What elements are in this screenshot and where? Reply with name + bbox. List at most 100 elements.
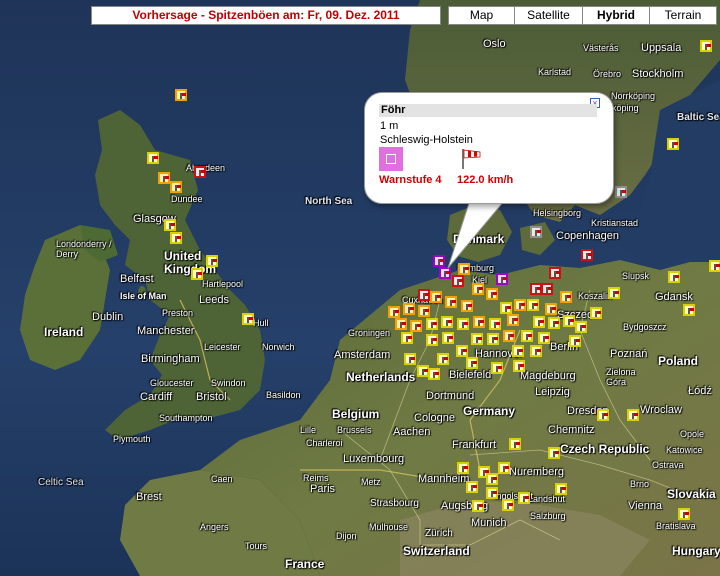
station-marker[interactable]: [418, 289, 430, 301]
station-marker[interactable]: [509, 438, 521, 450]
station-marker[interactable]: [530, 345, 542, 357]
label-lodz: Łódź: [688, 385, 712, 397]
station-marker[interactable]: [452, 275, 464, 287]
station-marker[interactable]: [206, 255, 218, 267]
label-dijon: Dijon: [336, 531, 357, 541]
station-marker[interactable]: [466, 357, 478, 369]
station-marker[interactable]: [496, 273, 508, 285]
station-marker[interactable]: [486, 487, 498, 499]
label-ostrava: Ostrava: [652, 460, 684, 470]
station-marker[interactable]: [667, 138, 679, 150]
station-marker[interactable]: [545, 303, 557, 315]
station-marker[interactable]: [678, 508, 690, 520]
station-marker[interactable]: [472, 500, 484, 512]
label-preston: Preston: [162, 308, 194, 318]
station-marker[interactable]: [569, 335, 581, 347]
station-marker[interactable]: [590, 307, 602, 319]
map-type-map-button[interactable]: Map: [448, 6, 515, 25]
station-marker[interactable]: [472, 283, 484, 295]
station-marker[interactable]: [709, 260, 720, 272]
station-marker[interactable]: [194, 166, 206, 178]
station-marker[interactable]: [549, 267, 561, 279]
station-marker[interactable]: [170, 181, 182, 193]
station-marker[interactable]: [388, 306, 400, 318]
station-marker[interactable]: [456, 345, 468, 357]
station-marker[interactable]: [191, 268, 203, 280]
station-marker[interactable]: [513, 360, 525, 372]
station-marker[interactable]: [466, 481, 478, 493]
station-marker[interactable]: [533, 316, 545, 328]
map-type-satellite-button[interactable]: Satellite: [514, 6, 583, 25]
station-marker[interactable]: [487, 333, 499, 345]
station-marker[interactable]: [500, 302, 512, 314]
station-marker[interactable]: [530, 226, 542, 238]
station-marker[interactable]: [527, 299, 539, 311]
station-marker[interactable]: [615, 186, 627, 198]
station-marker[interactable]: [473, 316, 485, 328]
station-marker[interactable]: [175, 89, 187, 101]
station-marker[interactable]: [461, 300, 473, 312]
station-marker[interactable]: [147, 152, 159, 164]
station-marker[interactable]: [428, 368, 440, 380]
station-marker[interactable]: [410, 320, 422, 332]
station-marker[interactable]: [242, 313, 254, 325]
station-marker[interactable]: [538, 332, 550, 344]
station-marker[interactable]: [164, 219, 176, 231]
label-norrkoping: Norrköping: [611, 91, 656, 101]
station-marker[interactable]: [418, 305, 430, 317]
station-marker[interactable]: [457, 318, 469, 330]
station-marker[interactable]: [555, 483, 567, 495]
station-marker[interactable]: [502, 499, 514, 511]
label-leeds: Leeds: [199, 294, 229, 306]
station-marker[interactable]: [608, 287, 620, 299]
station-marker[interactable]: [404, 353, 416, 365]
station-marker[interactable]: [471, 333, 483, 345]
station-marker[interactable]: [441, 316, 453, 328]
station-marker[interactable]: [581, 249, 593, 261]
station-marker[interactable]: [403, 303, 415, 315]
label-gloucester: Gloucester: [150, 378, 194, 388]
station-marker[interactable]: [170, 232, 182, 244]
station-marker[interactable]: [518, 492, 530, 504]
station-marker[interactable]: [491, 362, 503, 374]
station-marker[interactable]: [700, 40, 712, 52]
station-marker[interactable]: [437, 353, 449, 365]
station-marker-foehr[interactable]: [433, 255, 445, 267]
station-marker[interactable]: [548, 317, 560, 329]
label-bratislava: Bratislava: [656, 521, 696, 531]
label-dundee: Dundee: [171, 194, 203, 204]
station-marker[interactable]: [514, 299, 526, 311]
station-marker[interactable]: [486, 288, 498, 300]
station-marker[interactable]: [489, 318, 501, 330]
station-marker[interactable]: [521, 330, 533, 342]
station-marker[interactable]: [457, 462, 469, 474]
station-marker[interactable]: [560, 291, 572, 303]
station-marker[interactable]: [439, 267, 451, 279]
station-marker[interactable]: [458, 263, 470, 275]
station-marker[interactable]: [683, 304, 695, 316]
station-marker[interactable]: [430, 291, 442, 303]
station-marker[interactable]: [395, 318, 407, 330]
station-marker[interactable]: [442, 332, 454, 344]
station-marker[interactable]: [507, 314, 519, 326]
station-marker[interactable]: [401, 332, 413, 344]
station-marker[interactable]: [158, 172, 170, 184]
map-type-hybrid-button[interactable]: Hybrid: [582, 6, 650, 25]
map-canvas[interactable]: Oslo Västerås Uppsala Stockholm Karlstad…: [0, 0, 720, 576]
station-marker[interactable]: [575, 321, 587, 333]
station-marker[interactable]: [563, 315, 575, 327]
station-marker[interactable]: [498, 462, 510, 474]
station-marker[interactable]: [548, 447, 560, 459]
station-marker[interactable]: [627, 409, 639, 421]
station-marker[interactable]: [445, 296, 457, 308]
station-marker[interactable]: [503, 330, 515, 342]
station-marker[interactable]: [541, 283, 553, 295]
station-marker[interactable]: [426, 334, 438, 346]
station-marker[interactable]: [668, 271, 680, 283]
station-marker[interactable]: [426, 318, 438, 330]
label-leipzig: Leipzig: [535, 386, 570, 398]
station-marker[interactable]: [597, 409, 609, 421]
station-marker[interactable]: [486, 473, 498, 485]
map-type-terrain-button[interactable]: Terrain: [649, 6, 717, 25]
station-marker[interactable]: [512, 345, 524, 357]
